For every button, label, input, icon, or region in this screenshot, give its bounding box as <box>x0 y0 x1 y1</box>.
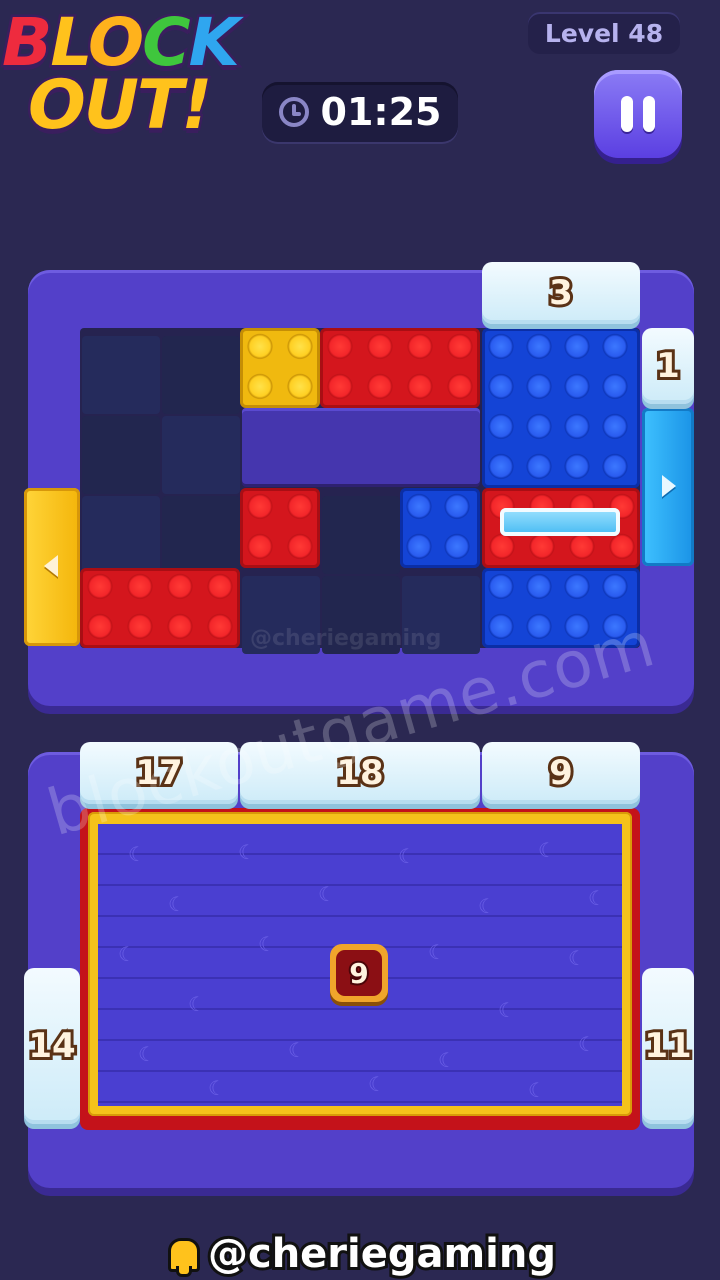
logo-line-2: OUT! <box>25 64 214 148</box>
blue-exit-door <box>642 408 694 566</box>
ice-tile-counter: 3 <box>546 270 576 316</box>
board-watermark: @cheriegaming <box>250 626 442 651</box>
red-brick[interactable] <box>80 568 240 648</box>
arrow-right-icon <box>656 474 680 498</box>
red-brick-frozen[interactable] <box>482 488 640 568</box>
level-indicator: Level 48 <box>528 12 680 54</box>
timer-value: 01:25 <box>320 90 442 134</box>
ice-tile-bin-right: 11 <box>641 968 695 1124</box>
ice-tile-counter: 11 <box>641 1023 694 1069</box>
grid-wall <box>242 408 480 484</box>
blue-brick[interactable] <box>482 328 640 488</box>
timer: 01:25 <box>262 82 458 142</box>
ice-tile-bin-left: 14 <box>24 968 80 1124</box>
footer-handle: @cheriegaming <box>205 1228 559 1280</box>
ice-tile-top: 3 <box>482 262 640 324</box>
bin-counter-badge: 9 <box>330 944 388 1002</box>
pause-icon-bar <box>643 96 655 132</box>
blue-brick[interactable] <box>400 488 480 568</box>
pause-icon-bar <box>621 96 633 132</box>
clock-icon <box>278 97 309 127</box>
footer-credit: @cheriegaming <box>0 1228 720 1280</box>
ice-tile-counter: 1 <box>653 343 683 389</box>
bell-icon <box>164 1234 200 1277</box>
game-logo: BLOCK OUT! <box>0 0 270 150</box>
pause-button[interactable] <box>594 70 682 158</box>
bin-counter-value: 9 <box>336 950 382 996</box>
red-brick[interactable] <box>320 328 480 408</box>
yellow-brick[interactable] <box>240 328 320 408</box>
ice-tile-counter: 14 <box>25 1023 78 1069</box>
ice-tile-bin-top-3: 9 <box>482 742 640 804</box>
red-brick[interactable] <box>240 488 320 568</box>
ice-tile-right: 1 <box>642 328 694 404</box>
arrow-left-icon <box>40 554 64 578</box>
yellow-exit-door <box>24 488 80 646</box>
ice-bar-icon <box>500 508 620 536</box>
ice-tile-counter: 9 <box>546 750 576 796</box>
